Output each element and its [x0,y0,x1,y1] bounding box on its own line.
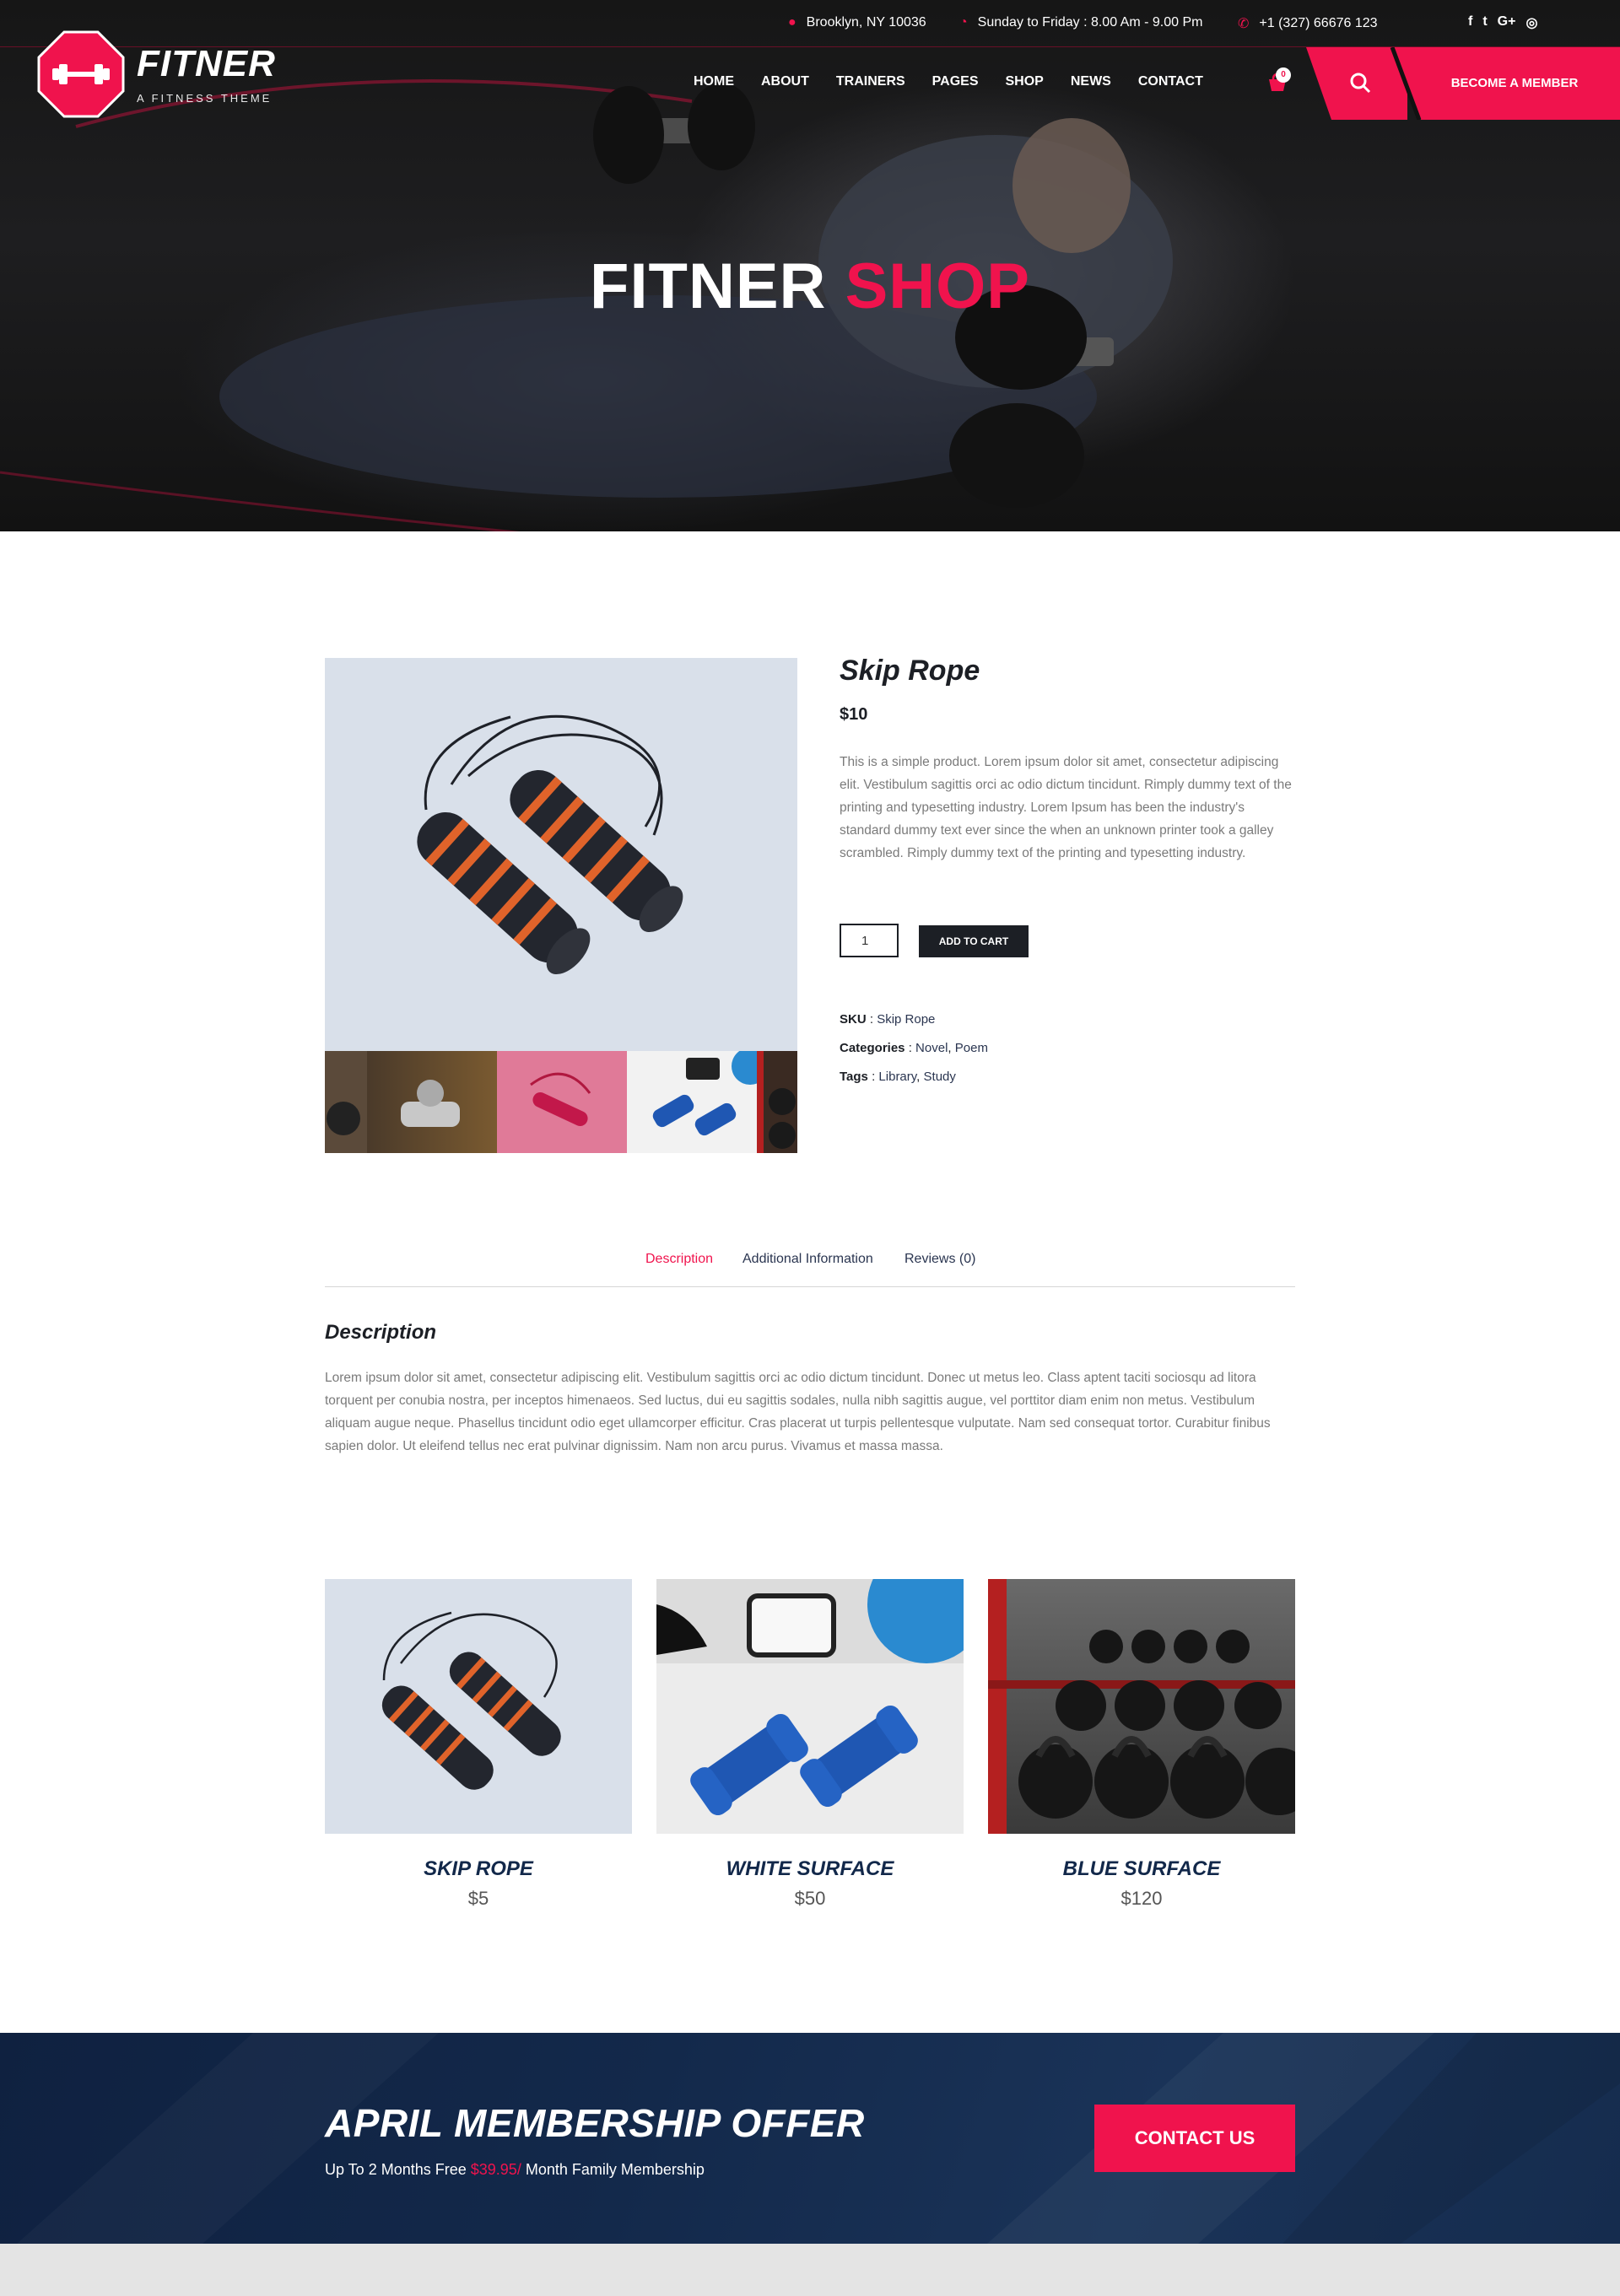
offer-subtitle-end: Month Family Membership [525,2161,705,2178]
nav-item-shop[interactable]: SHOP [1006,74,1044,89]
offer-title: APRIL MEMBERSHIP OFFER [325,2101,865,2145]
social-links: f t G+ ◎ [1468,14,1537,31]
offer-subtitle-start: Up To 2 Months Free [325,2161,467,2178]
thumbnail-blue-dumbbells[interactable] [627,1051,757,1153]
description-heading: Description [325,1321,437,1344]
google-plus-icon[interactable]: G+ [1498,14,1516,31]
instagram-icon[interactable]: ◎ [1526,14,1537,31]
nav-item-about[interactable]: ABOUT [761,74,809,89]
thumbnail-kettlebell-left[interactable] [325,1051,367,1153]
dumbbell-logo-icon [37,30,125,118]
facebook-icon[interactable]: f [1468,14,1472,31]
tab-reviews[interactable]: Reviews (0) [904,1252,975,1267]
nav-item-home[interactable]: HOME [694,74,734,89]
page-title-accent: SHOP [845,251,1030,322]
related-product-price: $50 [794,1888,826,1909]
related-product-image[interactable] [656,1579,964,1834]
tags-label: Tags [840,1070,868,1084]
address-text: Brooklyn, NY 10036 [806,15,926,30]
sku-label: SKU [840,1012,867,1027]
logo-text: FITNER A FITNESS THEME [137,42,276,105]
related-product-card: BLUE SURFACE $120 [988,1579,1295,1910]
nav-item-pages[interactable]: PAGES [932,74,979,89]
tab-additional-information[interactable]: Additional Information [742,1252,873,1267]
categories-label: Categories [840,1041,905,1055]
become-member-label[interactable]: BECOME A MEMBER [1434,76,1595,90]
related-product-card: SKIP ROPE $5 [325,1579,632,1910]
skip-rope-photo [417,714,683,975]
product-tabs: Description Additional Information Revie… [325,1248,1295,1287]
page-title-main: FITNER [590,251,827,322]
membership-offer-banner: APRIL MEMBERSHIP OFFER Up To 2 Months Fr… [0,2033,1620,2244]
thumbnail-kettlebells-right[interactable] [757,1051,797,1153]
product-price: $10 [840,705,868,724]
related-product-name[interactable]: WHITE SURFACE [656,1857,964,1881]
product-thumbnails [325,1051,797,1153]
nav-item-contact[interactable]: CONTACT [1138,74,1203,89]
phone-icon: ✆ [1238,17,1250,31]
nav-item-trainers[interactable]: TRAINERS [836,74,905,89]
cart-count-badge: 0 [1276,67,1291,83]
phone-text: +1 (327) 66676 123 [1259,16,1378,30]
tab-description[interactable]: Description [645,1252,713,1267]
phone-info: ✆ +1 (327) 66676 123 [1238,15,1378,32]
product-tags: Tags : Library, Study [840,1070,956,1084]
category-link-novel[interactable]: Novel [915,1041,948,1055]
offer-price: $39.95/ [470,2161,521,2178]
tag-link-library[interactable]: Library [878,1070,916,1084]
nav-item-news[interactable]: NEWS [1071,74,1111,89]
related-product-image[interactable] [988,1579,1295,1834]
product-main-image[interactable] [325,658,797,1051]
hours-text: Sunday to Friday : 8.00 Am - 9.00 Pm [977,15,1203,30]
quantity-input[interactable] [840,924,899,957]
product-short-description: This is a simple product. Lorem ipsum do… [840,755,1292,860]
map-pin-icon: ● [788,15,796,30]
brand-name: FITNER [137,42,276,84]
brand-tagline: A FITNESS THEME [137,91,273,105]
related-product-price: $5 [467,1888,489,1909]
thumbnail-dumbbells[interactable] [367,1051,497,1153]
address-info: ● Brooklyn, NY 10036 [788,15,926,30]
product-categories: Categories : Novel, Poem [840,1041,988,1055]
related-product-name[interactable]: SKIP ROPE [325,1857,632,1881]
related-product-name[interactable]: BLUE SURFACE [988,1857,1295,1881]
site-logo[interactable]: FITNER A FITNESS THEME [37,30,276,118]
offer-subtitle: Up To 2 Months Free $39.95/ Month Family… [325,2161,705,2179]
clock-icon: ◔ [959,15,968,30]
hero-banner: ● Brooklyn, NY 10036 ◔ Sunday to Friday … [0,0,1620,531]
add-to-cart-button[interactable]: ADD TO CART [919,925,1029,957]
main-nav: HOME ABOUT TRAINERS PAGES SHOP NEWS CONT… [694,74,1230,89]
related-product-image[interactable] [325,1579,632,1834]
contact-us-button[interactable]: CONTACT US [1094,2105,1295,2172]
page-title: FITNER SHOP [0,250,1620,323]
related-product-price: $120 [1120,1888,1163,1909]
sku-value: Skip Rope [877,1012,936,1027]
description-text: Lorem ipsum dolor sit amet, consectetur … [325,1371,1271,1453]
footer-strip [0,2244,1620,2296]
tag-link-study[interactable]: Study [924,1070,956,1084]
twitter-icon[interactable]: t [1482,14,1487,31]
related-product-card: WHITE SURFACE $50 [656,1579,964,1910]
product-title: Skip Rope [840,655,980,687]
product-sku: SKU : Skip Rope [840,1012,936,1027]
thumbnail-pink-rope[interactable] [497,1051,627,1153]
hours-info: ◔ Sunday to Friday : 8.00 Am - 9.00 Pm [959,15,1202,30]
category-link-poem[interactable]: Poem [955,1041,988,1055]
